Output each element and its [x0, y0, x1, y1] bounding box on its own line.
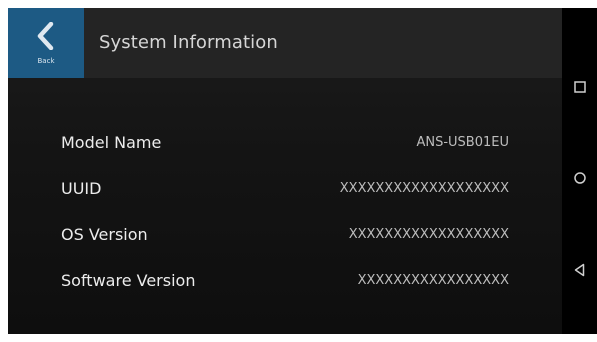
info-value: XXXXXXXXXXXXXXXXX	[357, 273, 509, 288]
page-title: System Information	[99, 32, 278, 53]
info-value: XXXXXXXXXXXXXXXXXX	[348, 227, 509, 242]
triangle-back-icon	[574, 263, 585, 277]
nav-back-button[interactable]	[571, 261, 589, 279]
chevron-left-icon	[37, 22, 54, 50]
recents-button[interactable]	[571, 78, 589, 96]
home-button[interactable]	[571, 169, 589, 187]
info-row-software-version: Software Version XXXXXXXXXXXXXXXXX	[8, 267, 562, 297]
back-button-label: Back	[37, 57, 55, 65]
android-nav-bar	[562, 8, 597, 334]
info-label: Model Name	[61, 133, 162, 152]
info-value: ANS-USB01EU	[416, 135, 509, 150]
device-screen: Back System Information Model Name ANS-U…	[8, 8, 597, 334]
info-value: XXXXXXXXXXXXXXXXXXX	[339, 181, 509, 196]
square-icon	[574, 81, 586, 93]
app-screen: Back System Information Model Name ANS-U…	[8, 8, 562, 334]
info-label: OS Version	[61, 225, 148, 244]
info-row-os-version: OS Version XXXXXXXXXXXXXXXXXX	[8, 221, 562, 251]
circle-icon	[574, 172, 586, 184]
info-label: Software Version	[61, 271, 196, 290]
header-bar: Back System Information	[8, 8, 562, 78]
system-info-list: Model Name ANS-USB01EU UUID XXXXXXXXXXXX…	[8, 78, 562, 334]
info-row-model-name: Model Name ANS-USB01EU	[8, 129, 562, 159]
back-button[interactable]: Back	[8, 8, 84, 78]
info-row-uuid: UUID XXXXXXXXXXXXXXXXXXX	[8, 175, 562, 205]
info-label: UUID	[61, 179, 102, 198]
